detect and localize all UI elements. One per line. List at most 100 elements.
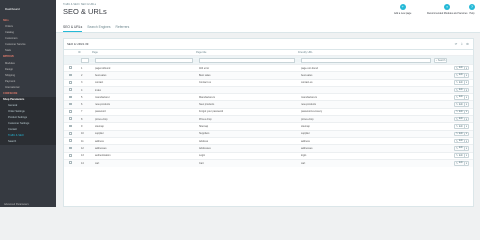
chevron-down-icon[interactable]: ▾ bbox=[463, 117, 467, 121]
edit-button[interactable]: ✎ Edit ▾ bbox=[453, 138, 469, 144]
chevron-down-icon[interactable]: ▾ bbox=[463, 132, 467, 136]
table-cell: addresses bbox=[92, 144, 196, 153]
tab-search-engines[interactable]: Search Engines bbox=[87, 25, 110, 32]
row-checkbox[interactable] bbox=[69, 110, 72, 113]
row-checkbox[interactable] bbox=[69, 73, 72, 77]
filter-title-input[interactable] bbox=[199, 57, 295, 63]
table-row[interactable]: 1 pagenotfound 404 error page-not-found ✎ Edi… bbox=[64, 63, 473, 72]
panel-count: 39 bbox=[85, 42, 89, 46]
table-cell: 5 bbox=[78, 93, 92, 101]
tab-seo-urls[interactable]: SEO & URLs bbox=[63, 25, 83, 32]
table-cell: 11 bbox=[78, 136, 92, 145]
table-cell: Sitemap bbox=[196, 122, 298, 131]
row-checkbox[interactable] bbox=[69, 80, 72, 84]
tab-referrers[interactable]: Referrers bbox=[116, 25, 130, 32]
help-button[interactable]: ? Help bbox=[469, 4, 475, 15]
chevron-down-icon[interactable]: ▾ bbox=[463, 88, 467, 92]
row-checkbox[interactable] bbox=[69, 117, 72, 121]
edit-button[interactable]: ✎ Edit ▾ bbox=[453, 161, 469, 166]
sidebar-item-dashboard[interactable]: Dashboard bbox=[0, 0, 56, 17]
row-checkbox[interactable] bbox=[69, 66, 72, 69]
table-row[interactable]: 10 supplier Suppliers supplier ✎ Edit ▾ bbox=[64, 129, 473, 138]
sidebar-item-advanced-parameters[interactable]: Advanced Parameters bbox=[0, 201, 56, 207]
chevron-down-icon[interactable]: ▾ bbox=[463, 125, 467, 129]
row-checkbox[interactable] bbox=[69, 146, 72, 150]
edit-button[interactable]: ✎ Edit ▾ bbox=[453, 102, 469, 107]
chevron-down-icon[interactable]: ▾ bbox=[463, 73, 467, 77]
edit-button[interactable]: ✎ Edit ▾ bbox=[453, 116, 469, 122]
chevron-down-icon[interactable]: ▾ bbox=[463, 95, 467, 99]
table-cell: password bbox=[92, 107, 196, 116]
recommended-modules-button[interactable]: ▪ Recommended Modules and Services bbox=[427, 4, 467, 15]
chevron-down-icon[interactable]: ▾ bbox=[463, 139, 467, 143]
edit-button[interactable]: ✎ Edit ▾ bbox=[453, 65, 469, 71]
chevron-down-icon[interactable]: ▾ bbox=[463, 161, 467, 165]
edit-button[interactable]: ✎ Edit ▾ bbox=[453, 131, 469, 137]
filter-url-input[interactable] bbox=[301, 57, 431, 63]
edit-button[interactable]: ✎ Edit ▾ bbox=[453, 124, 469, 129]
extension-icon: ▪ bbox=[444, 4, 451, 10]
table-row[interactable]: 9 sitemap Sitemap sitemap ✎ Edit ▾ bbox=[64, 122, 473, 131]
chevron-down-icon[interactable]: ▾ bbox=[463, 110, 467, 114]
table-cell: 13 bbox=[78, 151, 92, 160]
export-icon[interactable]: ⇩ bbox=[460, 42, 463, 46]
refresh-icon[interactable]: ⟳ bbox=[455, 42, 458, 46]
edit-button[interactable]: ✎ Edit ▾ bbox=[453, 146, 469, 151]
table-row[interactable]: 2 best-sales Best sales best-sales ✎ Edit ▾ bbox=[64, 71, 473, 80]
row-checkbox[interactable] bbox=[69, 132, 72, 135]
row-checkbox[interactable] bbox=[69, 153, 72, 157]
pencil-icon: ✎ bbox=[455, 140, 458, 143]
edit-button[interactable]: ✎ Edit ▾ bbox=[453, 73, 469, 78]
table-cell: best-sales bbox=[92, 71, 196, 80]
search-button[interactable]: ⌕ Search bbox=[434, 57, 447, 63]
row-checkbox[interactable] bbox=[69, 95, 72, 99]
pencil-icon: ✎ bbox=[455, 126, 458, 129]
table-cell: best-sales bbox=[298, 71, 434, 80]
row-checkbox[interactable] bbox=[69, 139, 72, 142]
table-row[interactable]: 4 index ✎ Edit ▾ bbox=[64, 85, 473, 94]
chevron-down-icon[interactable]: ▾ bbox=[463, 146, 467, 150]
table-row[interactable]: 12 addresses Addresses addresses ✎ Edit ▾ bbox=[64, 144, 473, 153]
table-cell: new-products bbox=[298, 100, 434, 109]
table-cell: pagenotfound bbox=[92, 63, 196, 72]
row-checkbox[interactable] bbox=[69, 124, 72, 128]
chevron-down-icon[interactable]: ▾ bbox=[463, 154, 467, 158]
table-cell: cart bbox=[298, 158, 434, 167]
table-cell bbox=[298, 85, 434, 94]
settings-icon[interactable]: ⚙ bbox=[466, 42, 469, 46]
chevron-down-icon[interactable]: ▾ bbox=[463, 103, 467, 107]
filter-row: ⌕ Search bbox=[64, 55, 473, 65]
sidebar-subitem-search[interactable]: Search bbox=[0, 138, 56, 145]
table-cell: prices-drop bbox=[298, 115, 434, 123]
edit-button[interactable]: ✎ Edit ▾ bbox=[453, 153, 469, 158]
chevron-down-icon[interactable]: ▾ bbox=[463, 66, 467, 70]
table-row[interactable]: 13 authentication Login login ✎ Edit ▾ bbox=[64, 151, 473, 160]
table-cell: manufacturers bbox=[298, 93, 434, 101]
edit-button[interactable]: ✎ Edit ▾ bbox=[453, 87, 469, 93]
edit-button[interactable]: ✎ Edit ▾ bbox=[453, 80, 469, 85]
table-cell: contact-us bbox=[298, 78, 434, 87]
table-cell: manufacturer bbox=[92, 93, 196, 101]
edit-button[interactable]: ✎ Edit ▾ bbox=[453, 109, 469, 115]
row-checkbox[interactable] bbox=[69, 88, 72, 91]
table-row[interactable]: 11 address Address address ✎ Edit ▾ bbox=[64, 136, 473, 145]
add-new-page-button[interactable]: + Add a new page bbox=[394, 4, 411, 15]
help-icon: ? bbox=[469, 4, 475, 10]
table-cell: addresses bbox=[298, 144, 434, 153]
table-cell: authentication bbox=[92, 151, 196, 160]
row-checkbox[interactable] bbox=[69, 102, 72, 106]
pencil-icon: ✎ bbox=[455, 147, 458, 150]
table-row[interactable]: 7 password Forgot your password password-re… bbox=[64, 107, 473, 116]
filter-page-input[interactable] bbox=[95, 57, 193, 63]
row-checkbox[interactable] bbox=[69, 161, 72, 165]
chevron-down-icon[interactable]: ▾ bbox=[463, 81, 467, 85]
table-cell: 3 bbox=[78, 78, 92, 87]
panel-tools: ⟳ ⇩ ⚙ bbox=[455, 42, 469, 46]
edit-button[interactable]: ✎ Edit ▾ bbox=[453, 95, 469, 100]
table-row[interactable]: 5 manufacturer Manufacturers manufacturers ✎… bbox=[64, 93, 473, 101]
filter-id-input[interactable] bbox=[81, 57, 89, 63]
table-row[interactable]: 14 cart Cart cart ✎ Edit ▾ bbox=[64, 158, 473, 167]
table-row[interactable]: 3 contact Contact us contact-us ✎ Edit ▾ bbox=[64, 78, 473, 87]
table-row[interactable]: 6 new-products New products new-products ✎ Ed… bbox=[64, 100, 473, 109]
table-row[interactable]: 8 prices-drop Prices drop prices-drop ✎ Edit ▾ bbox=[64, 115, 473, 123]
